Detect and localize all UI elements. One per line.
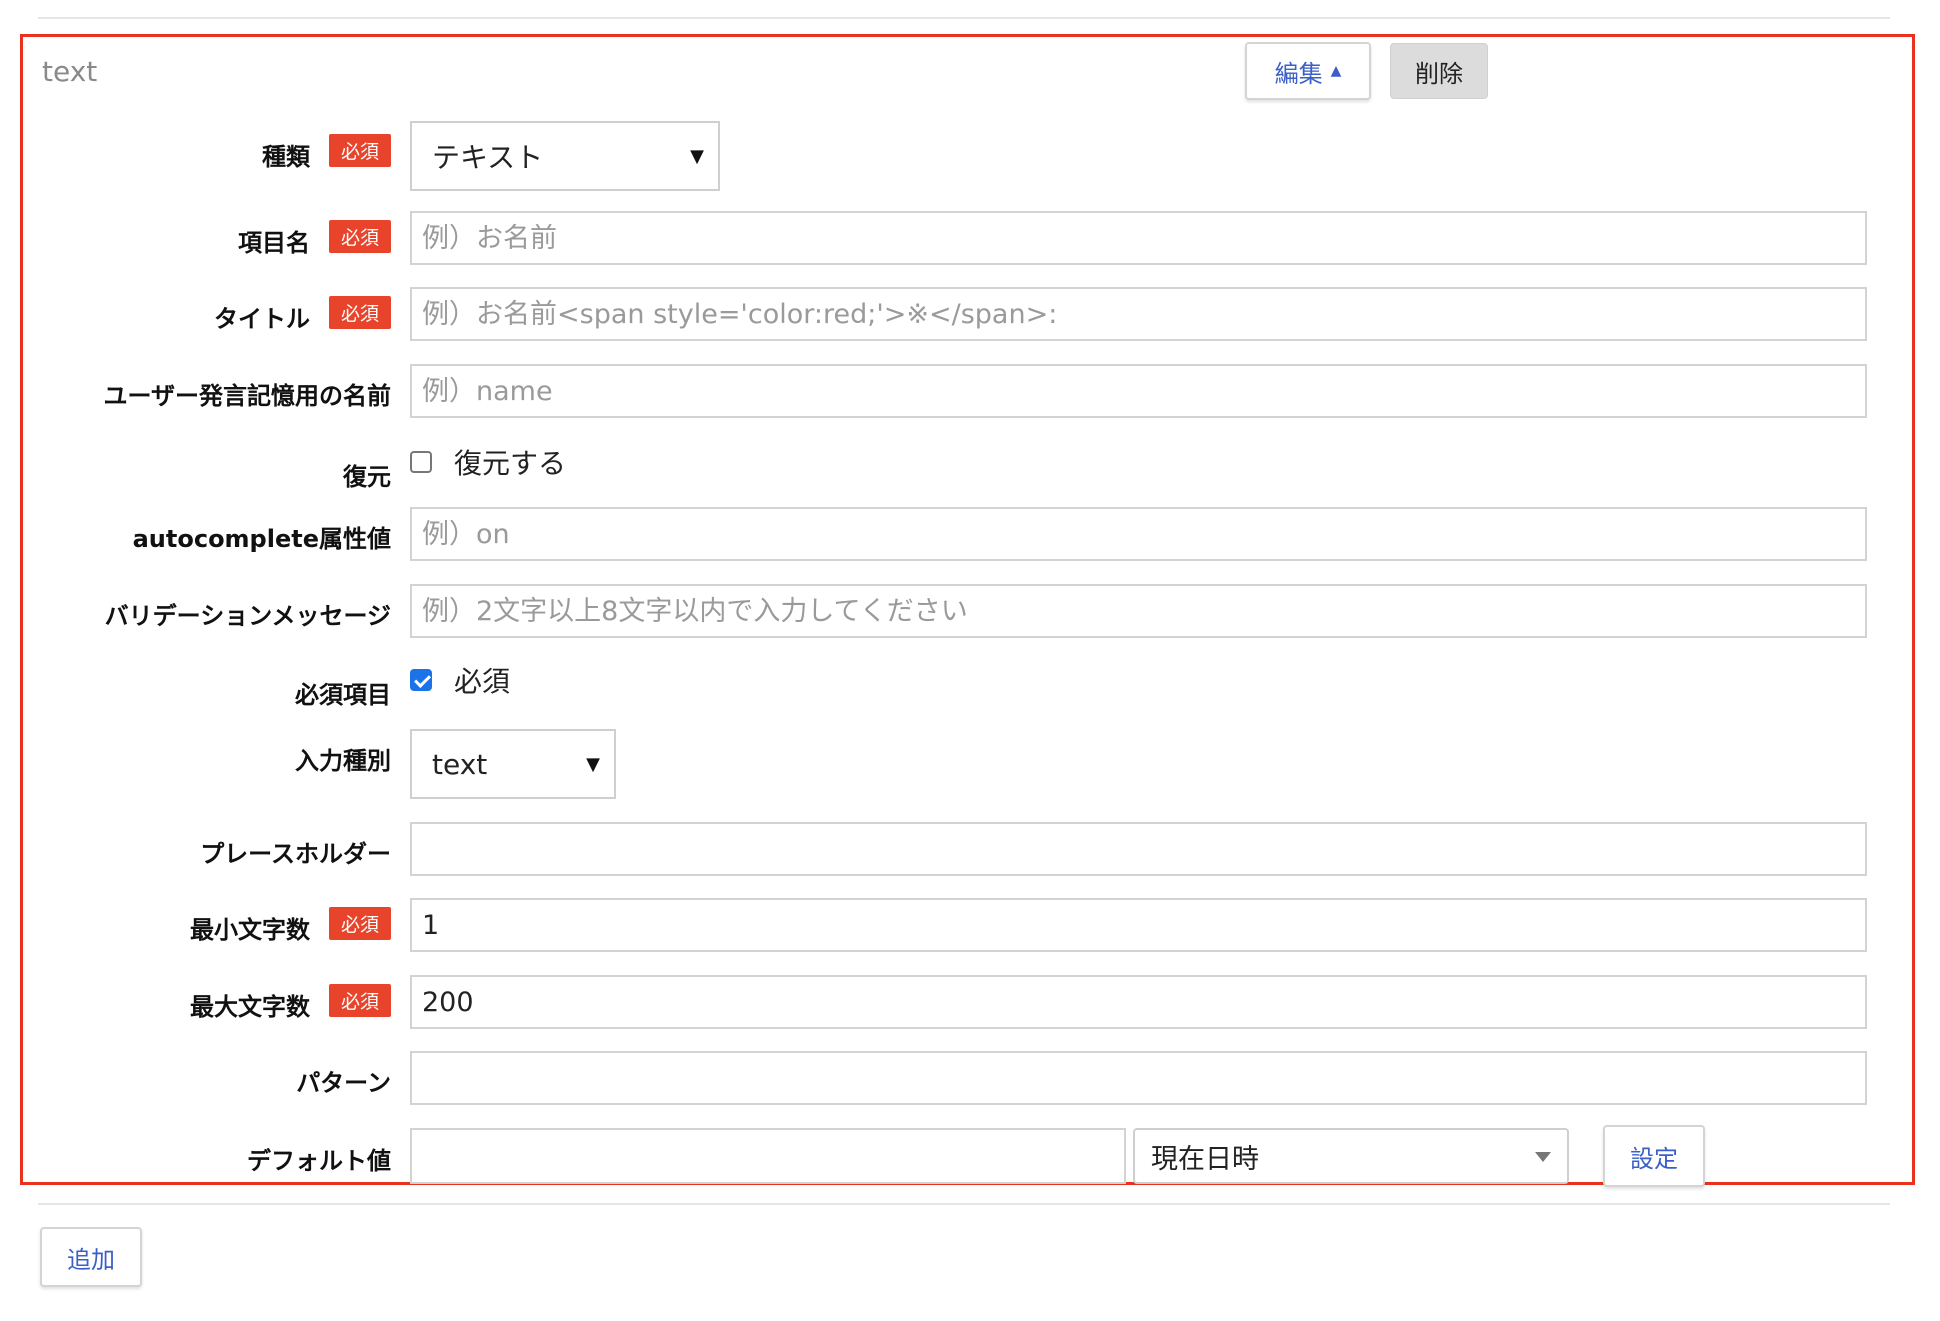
user-memory-name-input[interactable]	[410, 364, 1867, 418]
required-badge: 必須	[329, 220, 391, 253]
restore-checkbox[interactable]	[410, 451, 432, 473]
dropdown-arrow-icon: ▼	[690, 145, 704, 167]
required-checkbox-label: 必須	[454, 665, 511, 698]
required-checkbox-group[interactable]: 必須	[410, 660, 510, 700]
default-value-select[interactable]: 現在日時	[1133, 1128, 1569, 1184]
type-label: 種類	[262, 143, 310, 171]
restore-checkbox-label: 復元する	[454, 447, 567, 480]
dropdown-arrow-icon: ▼	[586, 753, 600, 775]
input-type-label: 入力種別	[295, 747, 391, 775]
required-item-label: 必須項目	[295, 681, 391, 709]
autocomplete-label: autocomplete属性値	[132, 525, 391, 553]
pattern-label: パターン	[296, 1069, 391, 1097]
set-button-label: 設定	[1630, 1144, 1678, 1173]
edit-button-label: 編集	[1274, 59, 1323, 88]
default-value-input[interactable]	[410, 1128, 1126, 1184]
max-chars-input[interactable]	[410, 975, 1867, 1029]
max-chars-label: 最大文字数	[190, 993, 310, 1021]
top-divider	[38, 17, 1890, 19]
input-type-select[interactable]: text ▼	[410, 729, 616, 799]
delete-button[interactable]: 削除	[1390, 43, 1488, 99]
validation-message-input[interactable]	[410, 584, 1867, 638]
user-memory-name-label: ユーザー発言記憶用の名前	[103, 382, 391, 410]
required-badge: 必須	[329, 134, 391, 167]
edit-button[interactable]: 編集 ▲	[1245, 42, 1371, 100]
panel-title: text	[42, 55, 98, 88]
add-button-label: 追加	[67, 1245, 115, 1274]
placeholder-label: プレースホルダー	[200, 840, 391, 868]
placeholder-input[interactable]	[410, 822, 1867, 876]
required-badge: 必須	[329, 984, 391, 1017]
required-badge: 必須	[329, 296, 391, 329]
required-checkbox[interactable]	[410, 669, 432, 691]
add-button[interactable]: 追加	[40, 1227, 142, 1287]
bottom-divider	[38, 1203, 1890, 1205]
title-input[interactable]	[410, 287, 1867, 341]
default-value-select-value: 現在日時	[1151, 1143, 1259, 1175]
item-name-label: 項目名	[238, 229, 310, 257]
caret-up-icon: ▲	[1330, 63, 1342, 79]
required-badge: 必須	[329, 907, 391, 940]
item-name-input[interactable]	[410, 211, 1867, 265]
input-type-select-value: text	[432, 747, 488, 781]
validation-message-label: バリデーションメッセージ	[104, 602, 391, 630]
pattern-input[interactable]	[410, 1051, 1867, 1105]
type-select-value: テキスト	[432, 141, 544, 174]
min-chars-label: 最小文字数	[190, 916, 310, 944]
set-button[interactable]: 設定	[1603, 1125, 1705, 1187]
default-value-label: デフォルト値	[247, 1147, 391, 1175]
min-chars-input[interactable]	[410, 898, 1867, 952]
field-editor-panel: text 編集 ▲ 削除 種類 必須 テキスト ▼ 項目名 必須 タイトル 必須…	[20, 34, 1915, 1187]
autocomplete-input[interactable]	[410, 507, 1867, 561]
restore-checkbox-group[interactable]: 復元する	[410, 442, 566, 482]
title-label: タイトル	[214, 305, 310, 333]
delete-button-label: 削除	[1415, 59, 1463, 88]
restore-label: 復元	[343, 463, 391, 491]
dropdown-triangle-icon	[1535, 1152, 1551, 1162]
type-select[interactable]: テキスト ▼	[410, 121, 720, 191]
